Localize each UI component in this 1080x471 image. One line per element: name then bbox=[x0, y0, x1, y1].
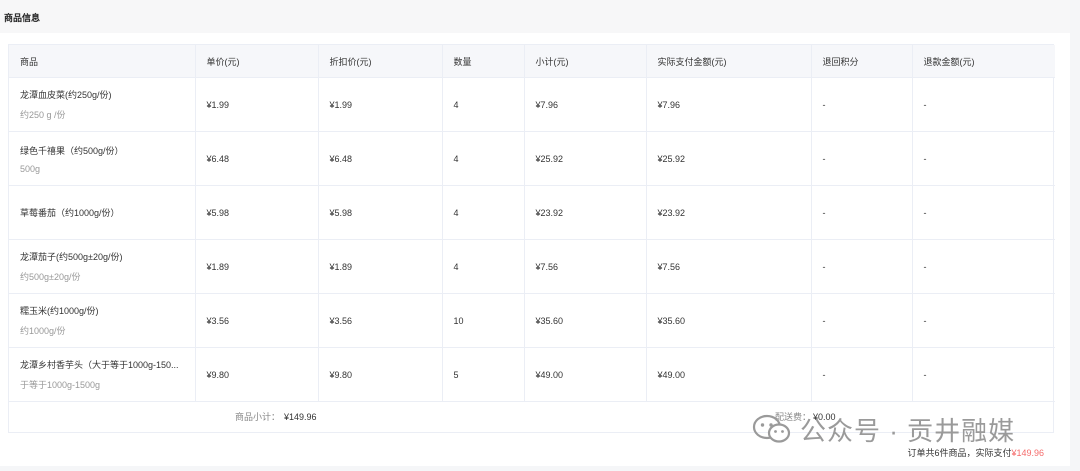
goods-spec: 500g bbox=[20, 163, 41, 174]
unit-price-cell: ¥9.80 bbox=[195, 347, 319, 402]
goods-spec: 约250 g /份 bbox=[20, 110, 66, 120]
paid-amount-cell: ¥7.96 bbox=[646, 77, 812, 132]
watermark: 公众号 · 贡井融媒 bbox=[752, 412, 1015, 446]
quantity-cell: 4 bbox=[442, 131, 525, 186]
section-title: 商品信息 bbox=[4, 13, 41, 23]
discount-price-cell: ¥5.98 bbox=[318, 185, 443, 240]
goods-name: 糯玉米(约1000g/份) bbox=[20, 306, 99, 316]
table-header-row: 商品 单价(元) 折扣价(元) 数量 小计(元) 实际支付金额(元) 退回积分 … bbox=[9, 45, 1055, 78]
quantity-cell: 4 bbox=[442, 185, 525, 240]
col-header-refund-points: 退回积分 bbox=[811, 45, 913, 78]
discount-price-cell: ¥6.48 bbox=[318, 131, 443, 186]
order-total-price: ¥149.96 bbox=[1011, 448, 1044, 458]
goods-subtotal-value: ¥149.96 bbox=[284, 412, 317, 422]
col-header-unit-price: 单价(元) bbox=[195, 45, 319, 78]
unit-price-cell: ¥6.48 bbox=[195, 131, 319, 186]
refund-amount-cell: - bbox=[912, 131, 1055, 186]
subtotal-cell: ¥35.60 bbox=[524, 293, 647, 348]
unit-price-cell: ¥1.99 bbox=[195, 77, 319, 132]
goods-spec: 约1000g/份 bbox=[20, 326, 66, 336]
paid-amount-cell: ¥25.92 bbox=[646, 131, 812, 186]
subtotal-cell: ¥23.92 bbox=[524, 185, 647, 240]
subtotal-cell: ¥25.92 bbox=[524, 131, 647, 186]
unit-price-cell: ¥5.98 bbox=[195, 185, 319, 240]
refund-points-cell: - bbox=[811, 293, 913, 348]
refund-amount-cell: - bbox=[912, 77, 1055, 132]
goods-cell: 绿色千禧果（约500g/份） 500g bbox=[9, 131, 196, 186]
goods-cell: 龙潭乡村香芋头（大于等于1000g-150... 于等于1000g-1500g bbox=[9, 347, 196, 402]
col-header-quantity: 数量 bbox=[442, 45, 525, 78]
col-header-refund-amount: 退款金额(元) bbox=[912, 45, 1055, 78]
refund-points-cell: - bbox=[811, 239, 913, 294]
table-row: 龙潭茄子(约500g±20g/份) 约500g±20g/份 ¥1.89 ¥1.8… bbox=[9, 239, 1055, 294]
refund-points-cell: - bbox=[811, 131, 913, 186]
order-summary: 订单共6件商品，实际支付¥149.96 bbox=[907, 446, 1044, 459]
refund-points-cell: - bbox=[811, 185, 913, 240]
refund-amount-cell: - bbox=[912, 239, 1055, 294]
quantity-cell: 10 bbox=[442, 293, 525, 348]
table-row: 草莓番茄（约1000g/份） ¥5.98 ¥5.98 4 ¥23.92 ¥23.… bbox=[9, 185, 1055, 240]
watermark-text: 公众号 · 贡井融媒 bbox=[800, 415, 1016, 446]
goods-cell: 草莓番茄（约1000g/份） bbox=[9, 185, 196, 240]
goods-name: 龙潭血皮菜(约250g/份) bbox=[20, 90, 112, 100]
paid-amount-cell: ¥49.00 bbox=[646, 347, 812, 402]
goods-subtotal: 商品小计： ¥149.96 bbox=[235, 410, 317, 423]
col-header-goods: 商品 bbox=[9, 45, 196, 78]
goods-spec: 约500g±20g/份 bbox=[20, 272, 81, 282]
quantity-cell: 4 bbox=[442, 239, 525, 294]
refund-points-cell: - bbox=[811, 347, 913, 402]
wechat-icon bbox=[752, 414, 792, 444]
refund-amount-cell: - bbox=[912, 347, 1055, 402]
unit-price-cell: ¥3.56 bbox=[195, 293, 319, 348]
quantity-cell: 4 bbox=[442, 77, 525, 132]
subtotal-cell: ¥7.96 bbox=[524, 77, 647, 132]
refund-amount-cell: - bbox=[912, 293, 1055, 348]
goods-name: 绿色千禧果（约500g/份） bbox=[20, 145, 124, 156]
discount-price-cell: ¥3.56 bbox=[318, 293, 443, 348]
goods-subtotal-label: 商品小计： bbox=[235, 412, 281, 422]
subtotal-cell: ¥49.00 bbox=[524, 347, 647, 402]
table-row: 绿色千禧果（约500g/份） 500g ¥6.48 ¥6.48 4 ¥25.92… bbox=[9, 131, 1055, 186]
paid-amount-cell: ¥35.60 bbox=[646, 293, 812, 348]
discount-price-cell: ¥1.89 bbox=[318, 239, 443, 294]
goods-cell: 糯玉米(约1000g/份) 约1000g/份 bbox=[9, 293, 196, 348]
goods-cell: 龙潭茄子(约500g±20g/份) 约500g±20g/份 bbox=[9, 239, 196, 294]
goods-name: 龙潭茄子(约500g±20g/份) bbox=[20, 252, 123, 262]
discount-price-cell: ¥9.80 bbox=[318, 347, 443, 402]
goods-table-container: 商品 单价(元) 折扣价(元) 数量 小计(元) 实际支付金额(元) 退回积分 … bbox=[8, 44, 1055, 433]
paid-amount-cell: ¥7.56 bbox=[646, 239, 812, 294]
unit-price-cell: ¥1.89 bbox=[195, 239, 319, 294]
paid-amount-cell: ¥23.92 bbox=[646, 185, 812, 240]
table-row: 龙潭乡村香芋头（大于等于1000g-150... 于等于1000g-1500g … bbox=[9, 347, 1055, 402]
refund-amount-cell: - bbox=[912, 185, 1055, 240]
col-header-discount-price: 折扣价(元) bbox=[318, 45, 443, 78]
quantity-cell: 5 bbox=[442, 347, 525, 402]
goods-name: 龙潭乡村香芋头（大于等于1000g-150... bbox=[20, 360, 179, 370]
col-header-subtotal: 小计(元) bbox=[524, 45, 647, 78]
discount-price-cell: ¥1.99 bbox=[318, 77, 443, 132]
order-goods-panel: 商品信息 商品 单价(元) 折扣价(元) 数量 小计(元) 实际支付金额(元) … bbox=[0, 0, 1070, 466]
table-row: 糯玉米(约1000g/份) 约1000g/份 ¥3.56 ¥3.56 10 ¥3… bbox=[9, 293, 1055, 348]
subtotal-cell: ¥7.56 bbox=[524, 239, 647, 294]
refund-points-cell: - bbox=[811, 77, 913, 132]
goods-name: 草莓番茄（约1000g/份） bbox=[20, 208, 120, 218]
goods-spec: 于等于1000g-1500g bbox=[20, 380, 101, 390]
col-header-paid-amount: 实际支付金额(元) bbox=[646, 45, 812, 78]
goods-table: 商品 单价(元) 折扣价(元) 数量 小计(元) 实际支付金额(元) 退回积分 … bbox=[9, 45, 1055, 402]
goods-cell: 龙潭血皮菜(约250g/份) 约250 g /份 bbox=[9, 77, 196, 132]
order-summary-text: 订单共6件商品，实际支付 bbox=[907, 448, 1012, 458]
table-row: 龙潭血皮菜(约250g/份) 约250 g /份 ¥1.99 ¥1.99 4 ¥… bbox=[9, 77, 1055, 132]
section-header: 商品信息 bbox=[0, 0, 1070, 33]
